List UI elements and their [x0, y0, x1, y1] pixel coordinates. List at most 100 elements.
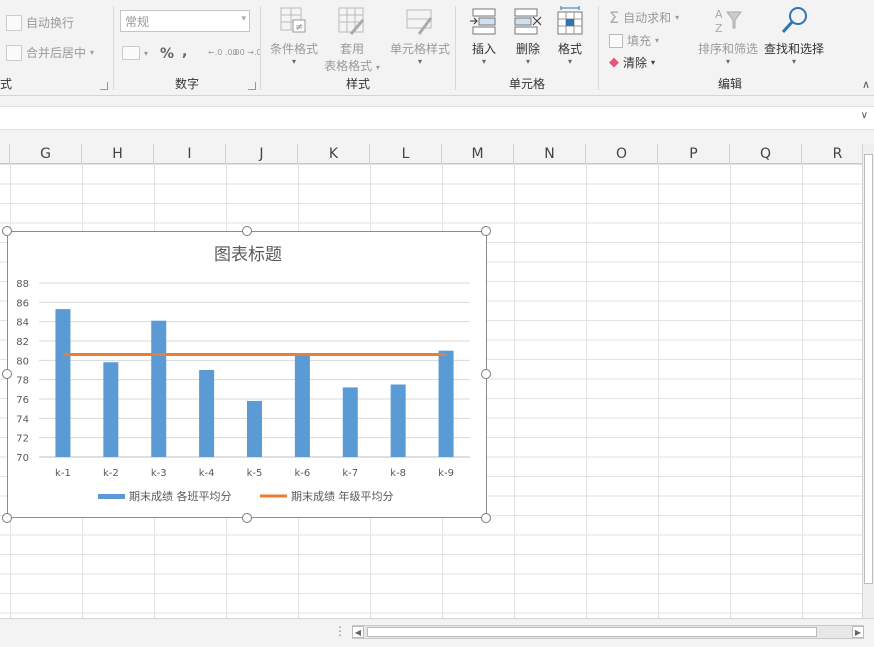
- column-header-m[interactable]: M: [442, 144, 514, 164]
- format-as-table-icon: [337, 6, 367, 36]
- format-cells-icon: [555, 6, 585, 36]
- column-header-g[interactable]: G: [10, 144, 82, 164]
- resize-handle-bottom-left[interactable]: [2, 513, 12, 523]
- column-header-n[interactable]: N: [514, 144, 586, 164]
- styles-group-label: 样式: [345, 77, 370, 91]
- ribbon-gap: [0, 96, 874, 106]
- x-tick-label: k-2: [103, 468, 119, 479]
- column-header-h[interactable]: H: [82, 144, 154, 164]
- fill-button[interactable]: 填充 ▾: [609, 32, 659, 49]
- resize-handle-bottom[interactable]: [242, 513, 252, 523]
- format-cells-button[interactable]: 格式 ▾: [542, 6, 598, 67]
- y-tick-label: 72: [16, 434, 29, 445]
- y-tick-label: 88: [16, 279, 29, 290]
- bar: [199, 370, 215, 457]
- chevron-down-icon: ▾: [725, 57, 730, 66]
- scroll-left-icon[interactable]: ◀: [352, 626, 364, 638]
- column-header-i[interactable]: I: [154, 144, 226, 164]
- number-format-select[interactable]: 常规 ▾: [120, 10, 250, 32]
- bar: [342, 387, 358, 457]
- number-launcher-icon[interactable]: [248, 82, 256, 90]
- format-as-table-button[interactable]: 套用 表格格式 ▾: [321, 6, 383, 74]
- wrap-text-button[interactable]: 自动换行: [6, 14, 74, 31]
- percent-button[interactable]: %: [160, 46, 174, 62]
- cells-group-label: 单元格: [508, 77, 545, 91]
- legend-label: 期末成绩 年级平均分: [291, 489, 394, 503]
- merge-center-icon: [6, 44, 22, 61]
- legend-label: 期末成绩 各班平均分: [129, 489, 232, 503]
- svg-text:Z: Z: [715, 22, 723, 35]
- clear-button[interactable]: ◆ 清除 ▾: [609, 54, 655, 71]
- bar: [390, 384, 406, 457]
- column-header-partial[interactable]: [0, 144, 10, 164]
- comma-button[interactable]: ,: [182, 44, 187, 60]
- resize-handle-top-left[interactable]: [2, 226, 12, 236]
- scroll-right-icon[interactable]: ▶: [852, 626, 864, 638]
- chart-object[interactable]: 图表标题 70 72 74 76 78 80 82 84 86 88 k-1 k-2 k-3 k-4 k-5 k…: [7, 231, 487, 518]
- chevron-down-icon: ▾: [241, 14, 246, 24]
- x-tick-label: k-1: [55, 468, 71, 479]
- column-header-j[interactable]: J: [226, 144, 298, 164]
- vertical-scroll-thumb[interactable]: [864, 154, 873, 584]
- alignment-launcher-icon[interactable]: [100, 82, 108, 90]
- fill-down-icon: [609, 33, 623, 48]
- find-select-button[interactable]: 查找和选择 ▾: [761, 6, 827, 67]
- column-header-l[interactable]: L: [370, 144, 442, 164]
- bar: [294, 354, 310, 457]
- resize-handle-bottom-right[interactable]: [481, 513, 491, 523]
- tab-splitter-icon[interactable]: ⋮: [334, 624, 346, 638]
- horizontal-scrollbar[interactable]: ◀ ▶: [352, 625, 864, 639]
- svg-text:A: A: [715, 8, 723, 21]
- chevron-down-icon: ▾: [375, 63, 380, 72]
- merge-center-button[interactable]: 合并后居中 ▾: [6, 44, 94, 61]
- x-tick-label: k-5: [247, 468, 263, 479]
- editing-group-label: 编辑: [717, 77, 742, 91]
- x-tick-label: k-6: [295, 468, 311, 479]
- eraser-icon: ◆: [609, 55, 619, 70]
- alignment-group-label: 式: [0, 77, 13, 91]
- chevron-down-icon: ▾: [144, 48, 149, 58]
- resize-handle-right[interactable]: [481, 369, 491, 379]
- chevron-down-icon: ▾: [791, 57, 796, 66]
- autosum-button[interactable]: Σ 自动求和 ▾: [609, 8, 679, 27]
- bar: [55, 309, 71, 457]
- vertical-scrollbar[interactable]: [862, 144, 874, 618]
- accounting-format-button[interactable]: ▾: [122, 46, 148, 60]
- cell-styles-icon: [405, 6, 435, 36]
- resize-handle-top[interactable]: [242, 226, 252, 236]
- legend-swatch-bar: [98, 494, 125, 499]
- sort-filter-button[interactable]: AZ 排序和筛选 ▾: [695, 6, 761, 67]
- bar: [103, 362, 119, 457]
- number-group-label: 数字: [174, 77, 199, 91]
- collapse-ribbon-icon[interactable]: ∧: [862, 78, 870, 91]
- chevron-down-icon: ▾: [655, 36, 660, 45]
- conditional-formatting-button[interactable]: ≠ 条件格式 ▾: [263, 6, 325, 67]
- column-header-o[interactable]: O: [586, 144, 658, 164]
- chevron-down-icon: ▾: [567, 57, 572, 66]
- x-tick-label: k-3: [151, 468, 167, 479]
- column-header-p[interactable]: P: [658, 144, 730, 164]
- y-tick-label: 74: [16, 414, 29, 425]
- y-tick-label: 80: [16, 356, 29, 367]
- horizontal-scroll-thumb[interactable]: [367, 627, 817, 637]
- y-tick-label: 82: [16, 337, 29, 348]
- chevron-down-icon: ▾: [675, 13, 680, 22]
- x-tick-label: k-9: [438, 468, 454, 479]
- chevron-down-icon: ▾: [651, 58, 656, 67]
- y-tick-label: 70: [16, 453, 29, 464]
- bar: [151, 320, 167, 457]
- chevron-down-icon: ▾: [291, 57, 296, 66]
- chevron-down-icon: ▾: [90, 48, 95, 57]
- expand-formula-bar-icon[interactable]: ∨: [861, 110, 868, 121]
- currency-icon: [122, 46, 140, 60]
- resize-handle-left[interactable]: [2, 369, 12, 379]
- resize-handle-top-right[interactable]: [481, 226, 491, 236]
- decrease-decimal-button[interactable]: .00 →.0: [232, 48, 262, 57]
- column-header-k[interactable]: K: [298, 144, 370, 164]
- y-tick-label: 76: [16, 395, 29, 406]
- conditional-formatting-icon: ≠: [279, 6, 309, 36]
- cell-styles-button[interactable]: 单元格样式 ▾: [385, 6, 455, 67]
- formula-bar[interactable]: ∨: [0, 106, 874, 130]
- column-header-q[interactable]: Q: [730, 144, 802, 164]
- chart-svg: 图表标题 70 72 74 76 78 80 82 84 86 88 k-1 k-2 k-3 k-4 k-5 k…: [16, 245, 470, 503]
